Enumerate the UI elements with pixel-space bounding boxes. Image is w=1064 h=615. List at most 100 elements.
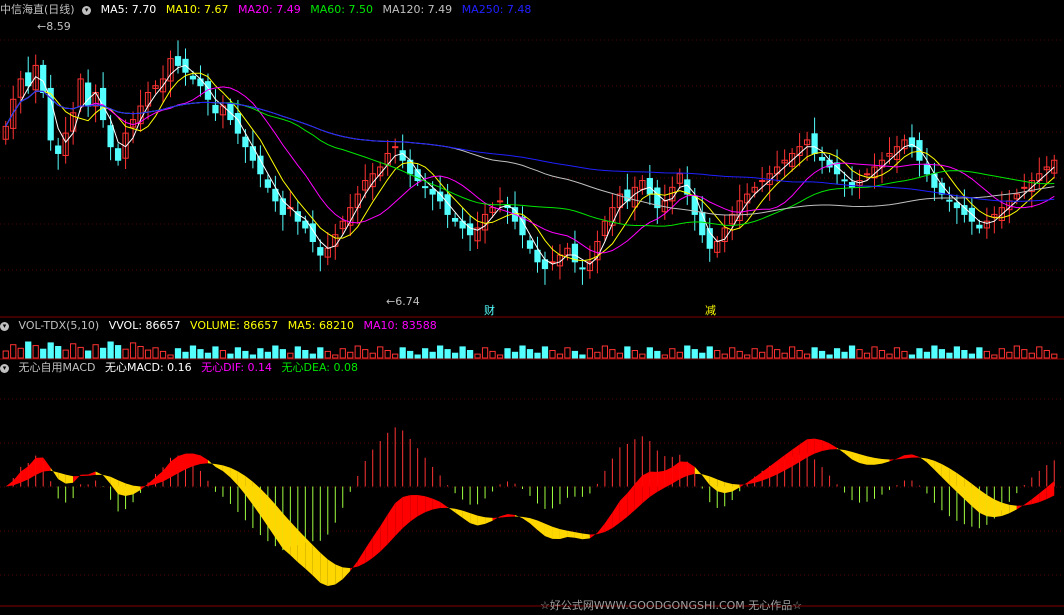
macd-band (754, 471, 763, 483)
macd-band (515, 514, 523, 519)
volume-bar (871, 346, 878, 359)
volume-bar (976, 347, 983, 359)
macd-band (290, 521, 298, 563)
candle-body (55, 145, 62, 154)
volume-bar (1028, 352, 1035, 359)
volume-bar (70, 343, 77, 359)
event-tag-finance[interactable]: 财 (484, 302, 495, 318)
candle-body (466, 223, 474, 236)
candle-body (40, 64, 47, 93)
macd-band (230, 467, 238, 486)
volume-bar (639, 353, 646, 359)
volume-bar (691, 349, 698, 359)
volume-bar (519, 345, 526, 359)
volume-bar (661, 354, 668, 359)
macd-band (410, 495, 418, 522)
volume-bar (549, 350, 556, 359)
volume-bar (998, 348, 1005, 359)
macd-band (582, 533, 590, 540)
volume-bar (556, 353, 564, 359)
volume-bar (579, 354, 586, 359)
volume-bar (699, 352, 706, 359)
macd-band (649, 471, 658, 497)
candle-body (212, 104, 219, 114)
volume-bar (534, 352, 541, 359)
macd-band (612, 500, 620, 529)
candle-body (114, 148, 122, 161)
macd-band (140, 483, 149, 491)
volume-bar (938, 349, 946, 359)
event-tag-reduce[interactable]: 减 (705, 302, 716, 318)
macd-band (58, 472, 66, 484)
volume-bar (466, 350, 474, 359)
volume-bar (92, 344, 99, 359)
volume-bar (234, 347, 242, 359)
low-price-label: 6.74 (395, 295, 420, 308)
macd-band (237, 471, 246, 495)
macd-band (874, 457, 882, 465)
volume-bar (2, 350, 9, 359)
volume-bar (504, 348, 511, 359)
macd-band (462, 510, 471, 524)
candle-body (534, 249, 541, 263)
macd-band (297, 529, 306, 569)
volume-bar (916, 348, 923, 359)
volume-bar (47, 342, 54, 359)
volume-bar (863, 352, 871, 359)
candle-body (923, 163, 931, 175)
macd-band (73, 474, 81, 483)
macd-band (88, 471, 96, 476)
volume-bar (459, 346, 466, 359)
candle-body (699, 211, 706, 236)
volume-bar (609, 349, 616, 359)
macd-band (163, 461, 171, 482)
macd-band (492, 516, 501, 521)
volume-bar (212, 346, 219, 359)
volume-bar (332, 354, 339, 359)
macd-band (222, 465, 231, 478)
volume-bar (571, 350, 579, 359)
volume-bar (616, 352, 623, 359)
candle-body (422, 186, 429, 189)
macd-band (657, 470, 665, 492)
candle-body (257, 155, 264, 175)
macd-band (118, 480, 126, 496)
macd-band (500, 514, 508, 518)
macd-band (530, 518, 538, 530)
volume-bar (631, 350, 638, 359)
macd-band (926, 458, 935, 470)
volume-bar (489, 350, 496, 359)
chart-canvas[interactable] (0, 0, 1064, 615)
volume-bar (848, 345, 856, 359)
candle-body (496, 200, 504, 203)
volume-bar (40, 348, 47, 359)
volume-bar (893, 347, 901, 359)
macd-band (207, 459, 216, 467)
macd-band (245, 476, 253, 505)
macd-band (792, 444, 800, 467)
volume-bar (1021, 349, 1028, 359)
macd-band (148, 477, 156, 486)
candle-body (818, 157, 826, 161)
macd-band (896, 455, 905, 460)
volume-bar (144, 349, 152, 359)
volume-bar (923, 351, 931, 359)
volume-bar (968, 353, 975, 359)
macd-band (13, 471, 21, 486)
macd-band (178, 453, 186, 474)
volume-bar (669, 348, 676, 359)
macd-band (5, 480, 14, 487)
macd-band (35, 457, 44, 476)
volume-bar (429, 351, 436, 359)
volume-bar (32, 345, 39, 359)
volume-bar (347, 351, 354, 359)
volume-bar (931, 345, 938, 359)
volume-bar (706, 346, 713, 359)
macd-band (200, 455, 208, 464)
macd-band (170, 456, 178, 478)
macd-band (455, 508, 463, 518)
volume-bar (856, 349, 863, 359)
volume-bar (474, 353, 481, 359)
volume-bar (444, 349, 451, 359)
volume-bar (362, 349, 369, 359)
